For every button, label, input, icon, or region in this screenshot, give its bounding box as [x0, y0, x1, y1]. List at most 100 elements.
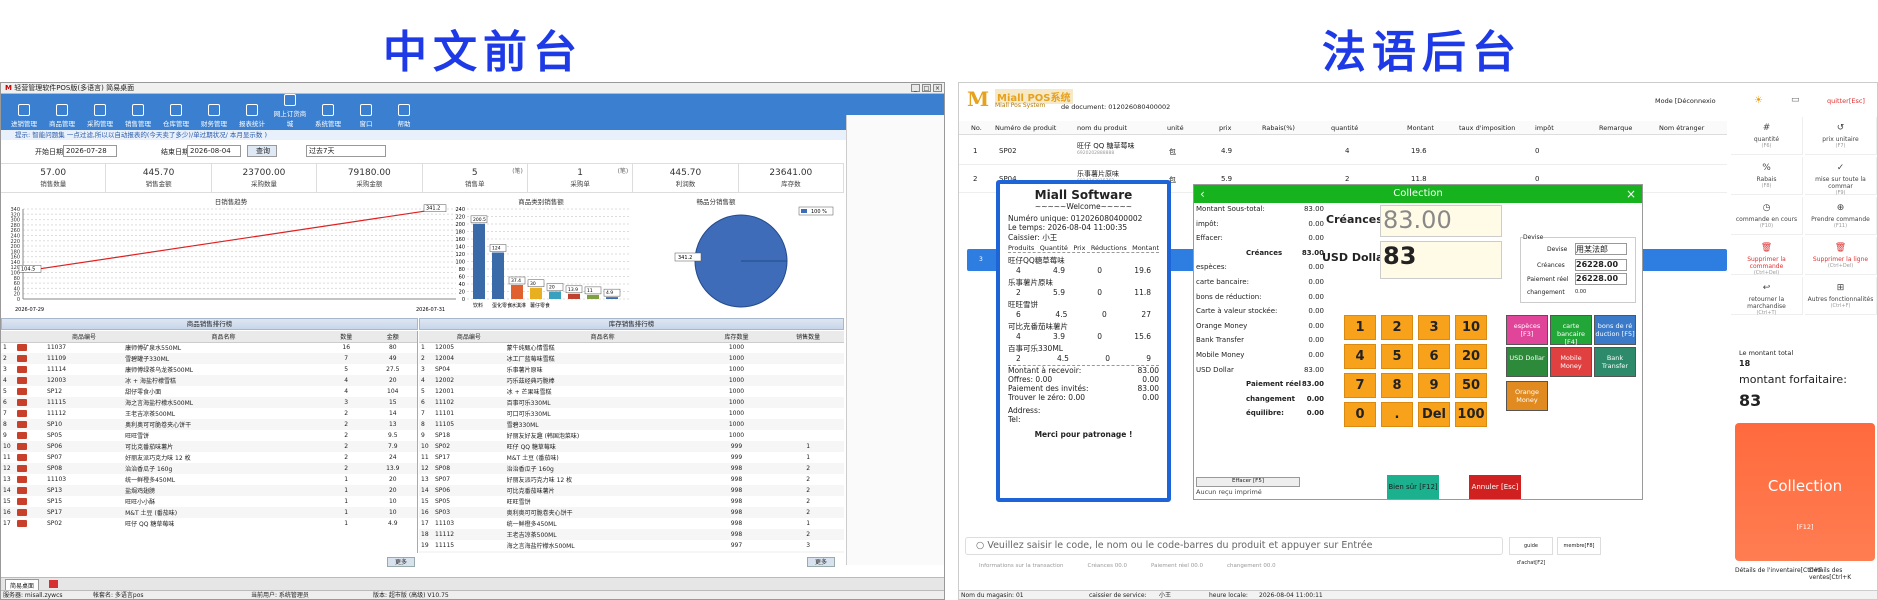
- payment-method-button[interactable]: Mobile Money: [1550, 347, 1592, 377]
- table-row[interactable]: 2 12004 冰工厂蓝莓味雪糕 1000: [419, 353, 844, 364]
- table-row[interactable]: 8 SP10 奥利奥可可脆卷夹心饼干 2 13: [1, 419, 417, 430]
- table-row[interactable]: 18 11112 王老吉凉茶500ML 998 2: [419, 529, 844, 540]
- start-date-input[interactable]: 2026-07-28: [63, 145, 117, 157]
- order-row[interactable]: 1 SP02 旺仔 QQ 糖草莓味 6920202888888 包 4.9 4 19.6 0: [959, 137, 1727, 165]
- purchase-guide-button[interactable]: guide d'achat[F2]: [1509, 537, 1553, 566]
- table-row[interactable]: 17 11103 统一鲜橙多450ML 998 1: [419, 518, 844, 529]
- no-receipt-checkbox[interactable]: Aucun reçu imprimé: [1196, 488, 1262, 496]
- toolbar-button[interactable]: 帮助: [385, 104, 423, 130]
- table-row[interactable]: 14 SP13 盐焗鸡翅膀 1 20: [1, 485, 417, 496]
- table-row[interactable]: 9 SP05 旺旺雪饼 2 9.5: [1, 430, 417, 441]
- payment-method-button[interactable]: espèces [F3]: [1506, 315, 1548, 345]
- toolbar-button[interactable]: 仓库管理: [157, 104, 195, 130]
- table-row[interactable]: 10 SP02 旺仔 QQ 糖草莓味 999 1: [419, 441, 844, 452]
- effacer-button[interactable]: Effacer [F5]: [1196, 477, 1300, 487]
- table-row[interactable]: 6 11115 海之言海盐柠檬水500ML 3 15: [1, 397, 417, 408]
- payment-method-button[interactable]: USD Dollar: [1506, 347, 1548, 377]
- toolbar-button[interactable]: 报表统计: [233, 104, 271, 130]
- table-row[interactable]: 12 SP08 治治香瓜子 160g 2 13.9: [1, 463, 417, 474]
- usd-amount-input[interactable]: 83: [1380, 241, 1502, 279]
- keypad-key[interactable]: 100: [1455, 402, 1487, 427]
- function-button[interactable]: % Rabais (F8): [1731, 157, 1803, 195]
- close-tab-icon[interactable]: [49, 580, 58, 588]
- table-row[interactable]: 11 SP07 好丽友派巧克力味 12 枚 2 24: [1, 452, 417, 463]
- table-row[interactable]: 4 12002 巧乐兹经典巧脆棒 1000: [419, 375, 844, 386]
- table-row[interactable]: 14 SP06 可比克番茄味薯片 998 2: [419, 485, 844, 496]
- currency-select[interactable]: 用某法郎: [1575, 243, 1627, 255]
- back-icon[interactable]: ‹: [1200, 185, 1205, 203]
- more-button[interactable]: 更多: [807, 557, 835, 567]
- keypad-key[interactable]: 0: [1344, 402, 1376, 427]
- close-icon[interactable]: ×: [1626, 185, 1636, 203]
- sales-details-link[interactable]: Détails des ventes[Ctrl+K: [1809, 567, 1877, 581]
- toolbar-button[interactable]: 采购管理: [81, 104, 119, 130]
- function-button[interactable]: ⊞ Autres fonctionnalités (Ctrl+F): [1805, 277, 1877, 315]
- table-row[interactable]: 7 11112 王老吉凉茶500ML 2 14: [1, 408, 417, 419]
- table-row[interactable]: 7 11101 可口可乐330ML 1000: [419, 408, 844, 419]
- payment-method-button[interactable]: Bank Transfer: [1594, 347, 1636, 377]
- function-button[interactable]: ✓ mise sur toute la commar (F9): [1805, 157, 1877, 196]
- table-row[interactable]: 5 SP12 甜仔零食小面 4 104: [1, 386, 417, 397]
- keypad-key[interactable]: 20: [1455, 344, 1487, 369]
- table-row[interactable]: 5 12001 冰 + 芒果味雪糕 1000: [419, 386, 844, 397]
- function-button[interactable]: 🗑 Supprimer la ligne (Ctrl+Del): [1805, 237, 1877, 275]
- function-button[interactable]: ◷ commande en cours (F10): [1731, 197, 1803, 235]
- toolbar-button[interactable]: 商品管理: [43, 104, 81, 130]
- toolbar-button[interactable]: 销售管理: [119, 104, 157, 130]
- member-button[interactable]: membre[F8]: [1557, 537, 1601, 555]
- monitor-icon[interactable]: ▭: [1791, 95, 1800, 105]
- payment-method-button[interactable]: Orange Money: [1506, 381, 1548, 411]
- table-row[interactable]: 6 11102 百事可乐330ML 1000: [419, 397, 844, 408]
- confirm-button[interactable]: Bien sûr [F12]: [1387, 475, 1439, 499]
- keypad-key[interactable]: 1: [1344, 315, 1376, 340]
- table-row[interactable]: 15 SP15 旺旺小小酥 1 10: [1, 496, 417, 507]
- search-input[interactable]: ○ Veuillez saisir le code, le nom ou le …: [965, 537, 1503, 555]
- table-row[interactable]: 3 SP04 乐事薯片原味 1000: [419, 364, 844, 375]
- toolbar-button[interactable]: 系统管理: [309, 104, 347, 130]
- end-date-input[interactable]: 2026-08-04: [187, 145, 241, 157]
- toolbar-button[interactable]: 网上订货商城: [271, 94, 309, 130]
- table-row[interactable]: 11 SP17 M&T 土豆 (番茄味) 999 1: [419, 452, 844, 463]
- function-button[interactable]: ↩ retourner la marchandise (Ctrl+T): [1731, 277, 1803, 316]
- payment-method-button[interactable]: bons de ré duction [F5]: [1594, 315, 1636, 345]
- table-row[interactable]: 16 SP17 M&T 土豆 (番茄味) 1 10: [1, 507, 417, 518]
- table-row[interactable]: 2 11109 雪碧罐子330ML 7 49: [1, 353, 417, 364]
- close-button[interactable]: ×: [933, 84, 942, 92]
- keypad-key[interactable]: 50: [1455, 373, 1487, 398]
- toolbar-button[interactable]: 进销管理: [5, 104, 43, 130]
- query-button[interactable]: 查询: [247, 145, 277, 157]
- keypad-key[interactable]: 9: [1418, 373, 1450, 398]
- table-row[interactable]: 19 11115 海之言海盐柠檬水500ML 997 3: [419, 540, 844, 551]
- keypad-key[interactable]: 5: [1381, 344, 1413, 369]
- keypad-key[interactable]: 6: [1418, 344, 1450, 369]
- mode-toggle[interactable]: Mode [Déconnexio: [1655, 97, 1716, 105]
- table-row[interactable]: 13 SP07 好丽友派巧克力味 12 枚 998 2: [419, 474, 844, 485]
- table-row[interactable]: 8 11105 雪碧330ML 1000: [419, 419, 844, 430]
- table-row[interactable]: 1 12005 蒙牛纯甄心情雪糕 1000: [419, 342, 844, 353]
- more-button[interactable]: 更多: [387, 557, 415, 567]
- maximize-button[interactable]: □: [922, 84, 931, 92]
- keypad-key[interactable]: .: [1381, 402, 1413, 427]
- quit-button[interactable]: quitter[Esc]: [1827, 97, 1865, 105]
- table-row[interactable]: 1 11037 康师傅矿泉水550ML 16 80: [1, 342, 417, 353]
- table-row[interactable]: 12 SP08 治治香瓜子 160g 998 2: [419, 463, 844, 474]
- minimize-button[interactable]: _: [911, 84, 920, 92]
- table-row[interactable]: 2012003冰 + 海盐柠檬雪糕9964: [419, 551, 844, 553]
- keypad-key[interactable]: 4: [1344, 344, 1376, 369]
- function-button[interactable]: ↺ prix unitaire (F7): [1805, 117, 1877, 155]
- table-row[interactable]: 9 SP18 好丽友好友趣 (韩国泡菜味) 1000: [419, 430, 844, 441]
- table-row[interactable]: 4 12003 冰 + 海盐柠檬雪糕 4 20: [1, 375, 417, 386]
- table-row[interactable]: 10 SP06 可比克番茄味薯片 2 7.9: [1, 441, 417, 452]
- toolbar-button[interactable]: 财务管理: [195, 104, 233, 130]
- keypad-key[interactable]: 3: [1418, 315, 1450, 340]
- sun-icon[interactable]: ☀: [1754, 95, 1763, 106]
- function-button[interactable]: 🗑 Supprimer la commande (Ctrl+Del): [1731, 237, 1803, 276]
- payment-method-button[interactable]: carte bancaire [F4]: [1550, 315, 1592, 346]
- table-row[interactable]: 17 SP02 旺仔 QQ 糖草莓味 1 4.9: [1, 518, 417, 529]
- keypad-key[interactable]: 10: [1455, 315, 1487, 340]
- table-row[interactable]: 13 11103 统一鲜橙多450ML 1 20: [1, 474, 417, 485]
- function-button[interactable]: ⊕ Prendre commande (F11): [1805, 197, 1877, 235]
- keypad-key[interactable]: Del: [1418, 402, 1450, 427]
- toolbar-button[interactable]: 窗口: [347, 104, 385, 130]
- collection-button[interactable]: Collection [F12]: [1735, 423, 1875, 561]
